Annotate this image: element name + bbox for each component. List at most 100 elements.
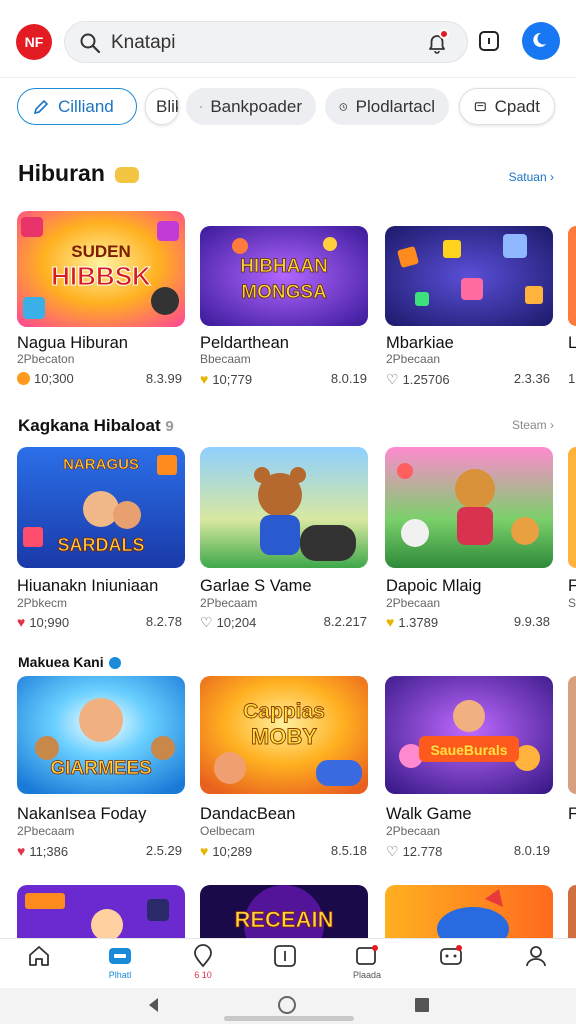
nav-map[interactable]: 6 10 bbox=[173, 943, 233, 987]
game-card-title[interactable]: Nagua Hiburan bbox=[17, 334, 128, 353]
game-card-image[interactable] bbox=[385, 447, 553, 568]
game-card-title[interactable]: Mbarkiae bbox=[386, 334, 454, 353]
app-logo[interactable]: NF bbox=[16, 24, 52, 60]
game-card-image[interactable]: GIARMEES bbox=[17, 676, 185, 794]
neon-art-icon: RECEAIN bbox=[200, 885, 368, 938]
game-card-image[interactable]: NARAGUS SARDALS bbox=[17, 447, 185, 568]
game-card-title[interactable]: Dapoic Mlaig bbox=[386, 577, 481, 596]
space-art-icon bbox=[17, 885, 185, 938]
bell-icon[interactable] bbox=[425, 29, 449, 60]
game-card-image[interactable] bbox=[200, 447, 368, 568]
nav-explore[interactable] bbox=[255, 943, 315, 987]
outline-heart-icon: ♡ bbox=[386, 371, 399, 387]
chip-plodlartacl[interactable]: Plodlartacl bbox=[325, 88, 449, 125]
chip-label: Bankpoader bbox=[210, 96, 302, 116]
game-card-image[interactable]: RECEAIN bbox=[200, 885, 368, 938]
blocks-art-icon bbox=[385, 226, 553, 326]
adventure-art-icon bbox=[385, 447, 553, 568]
section-title-makuea: Makuea Kani bbox=[18, 654, 122, 670]
chip-label: Blik bbox=[156, 96, 178, 116]
game-card-title-partial[interactable]: F bbox=[568, 805, 576, 824]
game-card-image[interactable]: SaueBurals bbox=[385, 676, 553, 794]
game-card-title[interactable]: DandacBean bbox=[200, 805, 295, 824]
orange-coin-icon bbox=[17, 372, 30, 385]
chat-icon bbox=[474, 101, 486, 111]
game-card-image[interactable] bbox=[17, 885, 185, 938]
game-card-image[interactable]: HIBHAAN MONGSA bbox=[200, 226, 368, 326]
edge-art-icon bbox=[568, 447, 576, 568]
recents-icon[interactable] bbox=[413, 996, 431, 1014]
game-card-price: 8.0.19 bbox=[330, 371, 367, 386]
art-headline: NARAGUS bbox=[63, 456, 139, 473]
game-card-title-partial[interactable]: L bbox=[568, 334, 576, 353]
gold-heart-icon: ♥ bbox=[200, 843, 209, 859]
kids-art-icon: NARAGUS SARDALS bbox=[17, 447, 185, 568]
game-card-stat: ♡ 1.25706 bbox=[386, 371, 450, 388]
game-card-image[interactable] bbox=[385, 885, 553, 938]
pencil-icon bbox=[33, 99, 49, 114]
stat-value: 11;386 bbox=[29, 843, 69, 859]
game-card-title[interactable]: Peldarthean bbox=[200, 334, 289, 353]
gesture-handle[interactable] bbox=[224, 1016, 354, 1021]
nav-controller[interactable] bbox=[421, 943, 481, 987]
game-card-stat: ♥ 10;990 bbox=[17, 614, 69, 630]
message-button[interactable] bbox=[474, 26, 504, 56]
game-card-title[interactable]: NakanIsea Foday bbox=[17, 805, 146, 824]
game-card-title-partial[interactable]: F bbox=[568, 577, 576, 596]
stat-value: 12.778 bbox=[402, 844, 443, 859]
gold-art-icon: Cappias MOBY bbox=[200, 676, 368, 794]
game-card-image-partial[interactable] bbox=[568, 226, 576, 326]
game-card-subtitle: 2Pbecaam bbox=[17, 824, 75, 838]
chip-bankpoader[interactable]: Bankpoader bbox=[186, 88, 316, 125]
gold-heart-icon: ♥ bbox=[200, 371, 209, 387]
search-bar[interactable] bbox=[64, 21, 468, 63]
game-card-stat: ♥ 11;386 bbox=[17, 843, 68, 859]
stat-value: 10;204 bbox=[216, 615, 257, 630]
compass-icon bbox=[274, 945, 296, 967]
game-card-subtitle: 2Pbecaton bbox=[17, 352, 75, 366]
game-card-price: 2.3.36 bbox=[513, 371, 550, 386]
game-card-title[interactable]: Hiuanakn Iniuniaan bbox=[17, 577, 158, 596]
game-card-image-partial[interactable] bbox=[568, 885, 576, 938]
nav-games[interactable]: Plhatl bbox=[90, 943, 150, 987]
chip-blik[interactable]: Blik bbox=[145, 88, 179, 125]
home-circle-icon[interactable] bbox=[277, 995, 297, 1015]
profile-button[interactable] bbox=[522, 22, 560, 60]
art-headline: RECEAIN bbox=[234, 907, 333, 932]
search-input[interactable] bbox=[111, 29, 411, 57]
art-headline: MOBY bbox=[251, 724, 317, 749]
art-headline: HIBBSK bbox=[51, 261, 151, 291]
game-card-image[interactable]: Cappias MOBY bbox=[200, 676, 368, 794]
verified-badge-icon bbox=[109, 657, 122, 670]
red-heart-icon: ♥ bbox=[17, 843, 26, 859]
message-icon bbox=[479, 31, 499, 51]
game-card-image-partial[interactable] bbox=[568, 676, 576, 794]
see-all-text: Satuan bbox=[508, 170, 547, 184]
game-card-price: 8.3.99 bbox=[145, 371, 182, 386]
game-card-subtitle: 2Pbkecm bbox=[17, 596, 68, 610]
chip-cilliand[interactable]: Cilliand bbox=[17, 88, 137, 125]
game-card-subtitle-partial: S bbox=[568, 596, 576, 610]
stat-value: 10;990 bbox=[29, 614, 70, 630]
game-card-image[interactable] bbox=[385, 226, 553, 326]
see-all-link-hiburan[interactable]: Satuan › bbox=[509, 170, 554, 184]
nav-home[interactable] bbox=[9, 943, 69, 987]
game-card-image[interactable]: SUDEN HIBBSK bbox=[17, 211, 185, 327]
art-headline: GIARMEES bbox=[50, 758, 151, 779]
game-card-title[interactable]: Walk Game bbox=[386, 805, 472, 824]
art-headline: Cappias bbox=[243, 700, 325, 723]
see-all-link-kagkana[interactable]: Steam › bbox=[512, 418, 554, 432]
game-card-image-partial[interactable] bbox=[568, 447, 576, 568]
back-icon[interactable] bbox=[145, 996, 163, 1014]
nav-profile[interactable] bbox=[506, 943, 566, 987]
map-pin-icon bbox=[194, 944, 212, 968]
game-card-subtitle: 2Pbecaan bbox=[386, 352, 441, 366]
outline-heart-icon: ♡ bbox=[386, 843, 399, 859]
game-card-stat-partial: 1 bbox=[568, 371, 576, 386]
chip-cpadt[interactable]: Cpadt bbox=[459, 88, 555, 125]
game-card-price: 8.2.78 bbox=[145, 614, 182, 629]
game-card-title[interactable]: Garlae S Vame bbox=[200, 577, 312, 596]
nav-gifts[interactable]: Plaada bbox=[337, 943, 397, 987]
stat-value: 10;779 bbox=[212, 371, 253, 387]
stat-value: 1.3789 bbox=[398, 614, 439, 630]
